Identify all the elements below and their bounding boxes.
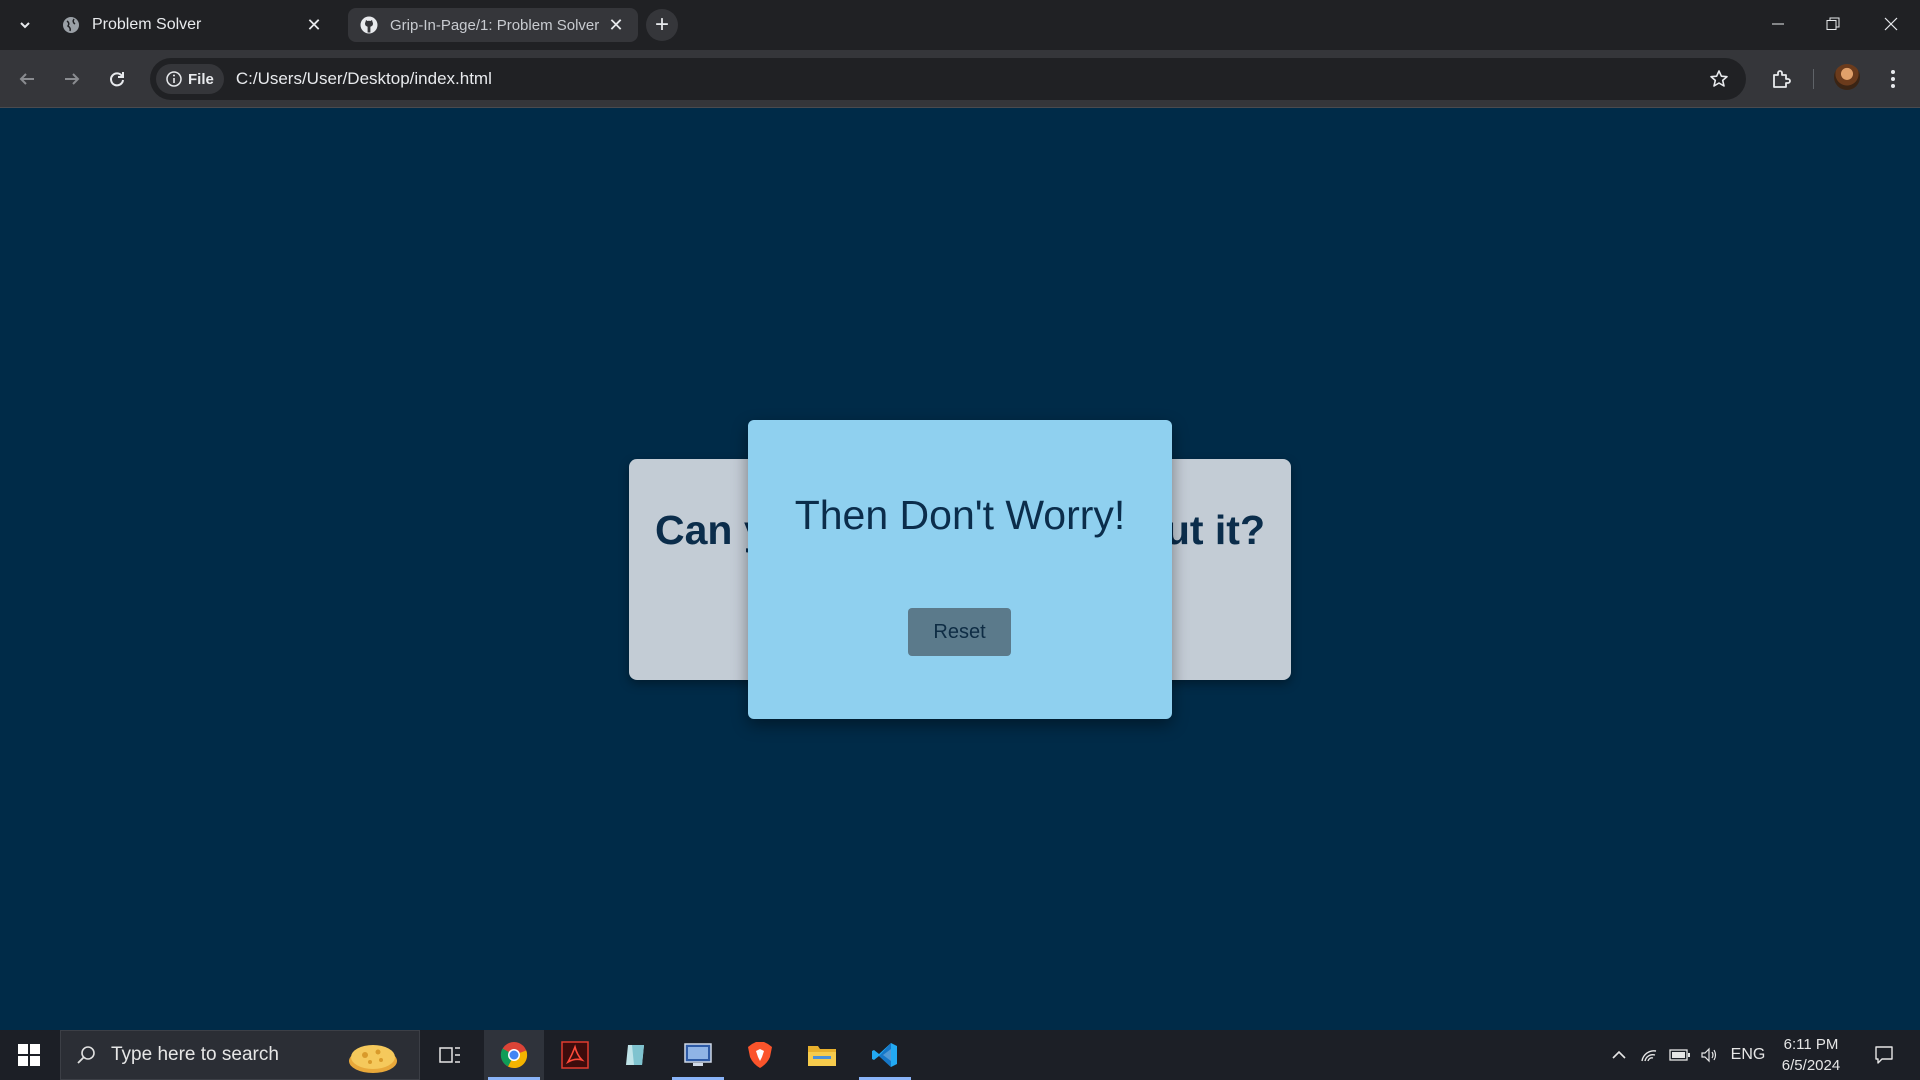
more-vert-icon [1891, 70, 1895, 88]
search-highlight-cheese-icon [349, 1045, 397, 1073]
chevron-down-icon [20, 22, 30, 29]
bookmark-button[interactable] [1706, 66, 1732, 92]
globe-icon [62, 16, 80, 34]
close-icon [1884, 17, 1898, 31]
battery-button[interactable] [1666, 1030, 1694, 1080]
start-button[interactable] [0, 1030, 58, 1080]
restore-icon [1826, 17, 1840, 30]
close-window-button[interactable] [1868, 6, 1914, 42]
arrow-right-icon [65, 73, 80, 85]
taskbar-notepad[interactable] [606, 1030, 666, 1080]
browser-toolbar: File C:/Users/User/Desktop/index.html [0, 50, 1920, 108]
chrome-icon [500, 1042, 528, 1069]
show-hidden-icons-button[interactable] [1606, 1030, 1632, 1080]
remote-desktop-icon [684, 1043, 712, 1066]
file-explorer-icon [808, 1046, 836, 1066]
reload-icon [110, 72, 124, 87]
page-viewport: Can y ut it? Then Don't Worry! Reset [0, 109, 1920, 1030]
reload-button[interactable] [102, 64, 132, 94]
wifi-icon [1641, 1050, 1657, 1062]
address-bar[interactable]: File C:/Users/User/Desktop/index.html [150, 58, 1746, 100]
network-button[interactable] [1636, 1030, 1662, 1080]
tab-grip-in-page[interactable]: Grip-In-Page/1: Problem Solver ✕ [348, 8, 638, 42]
notepad-icon [626, 1045, 644, 1065]
info-icon [166, 71, 182, 87]
site-info-chip[interactable]: File [156, 64, 224, 94]
speaker-icon [1701, 1047, 1717, 1063]
search-icon [61, 1045, 111, 1065]
clock-date: 6/5/2024 [1781, 1057, 1841, 1074]
forward-button[interactable] [57, 64, 87, 94]
vscode-icon [872, 1043, 897, 1067]
volume-button[interactable] [1696, 1030, 1722, 1080]
profile-avatar[interactable] [1834, 64, 1860, 90]
taskbar-chrome[interactable] [484, 1030, 544, 1080]
plus-icon: + [654, 11, 669, 38]
tab-close-icon[interactable]: ✕ [304, 15, 324, 35]
task-view-icon [439, 1047, 460, 1063]
toolbar-divider [1813, 69, 1814, 89]
tab-title: Problem Solver [92, 16, 202, 33]
windows-logo-icon [18, 1044, 40, 1066]
taskbar-clock[interactable]: 6:11 PM 6/5/2024 [1776, 1034, 1846, 1076]
taskbar-brave[interactable] [730, 1030, 790, 1080]
action-center-button[interactable] [1864, 1030, 1904, 1080]
tab-close-icon[interactable]: ✕ [606, 15, 626, 35]
taskbar-remote-desktop[interactable] [668, 1030, 728, 1080]
site-chip-label: File [188, 70, 214, 88]
brave-icon [748, 1042, 772, 1068]
taskbar-vscode[interactable] [855, 1030, 915, 1080]
minimize-icon [1772, 23, 1784, 25]
language-indicator[interactable]: ENG [1728, 1030, 1768, 1080]
clock-time: 6:11 PM [1783, 1036, 1839, 1053]
taskbar-acrobat[interactable] [545, 1030, 605, 1080]
taskbar-file-explorer[interactable] [792, 1030, 852, 1080]
minimize-button[interactable] [1755, 6, 1801, 42]
browser-tab-strip: Problem Solver ✕ Grip-In-Page/1: Problem… [0, 0, 1920, 50]
arrow-left-icon [19, 73, 34, 85]
answer-heading: Then Don't Worry! [794, 492, 1126, 538]
github-icon [360, 16, 378, 34]
answer-card: Then Don't Worry! Reset [748, 420, 1172, 719]
task-view-button[interactable] [420, 1030, 480, 1080]
tab-title: Grip-In-Page/1: Problem Solver [390, 16, 600, 34]
puzzle-icon [1773, 70, 1791, 88]
back-button[interactable] [12, 64, 42, 94]
new-tab-button[interactable]: + [646, 9, 678, 41]
tab-problem-solver[interactable]: Problem Solver ✕ [50, 8, 336, 42]
tab-search-button[interactable] [10, 11, 40, 39]
search-placeholder: Type here to search [111, 1044, 279, 1065]
star-icon [1710, 70, 1728, 87]
chevron-up-icon [1612, 1050, 1626, 1059]
reset-button[interactable]: Reset [908, 608, 1011, 656]
acrobat-icon [561, 1041, 589, 1069]
question-text-right: ut it? [1164, 507, 1265, 553]
extensions-button[interactable] [1766, 63, 1798, 95]
url-text: C:/Users/User/Desktop/index.html [235, 69, 492, 88]
windows-taskbar: Type here to search ENG 6:11 PM 6/5/2024 [0, 1030, 1920, 1080]
notification-icon [1875, 1046, 1893, 1064]
browser-menu-button[interactable] [1880, 63, 1906, 95]
restore-button[interactable] [1810, 6, 1856, 42]
battery-icon [1669, 1049, 1690, 1061]
taskbar-search-box[interactable]: Type here to search [60, 1030, 420, 1080]
